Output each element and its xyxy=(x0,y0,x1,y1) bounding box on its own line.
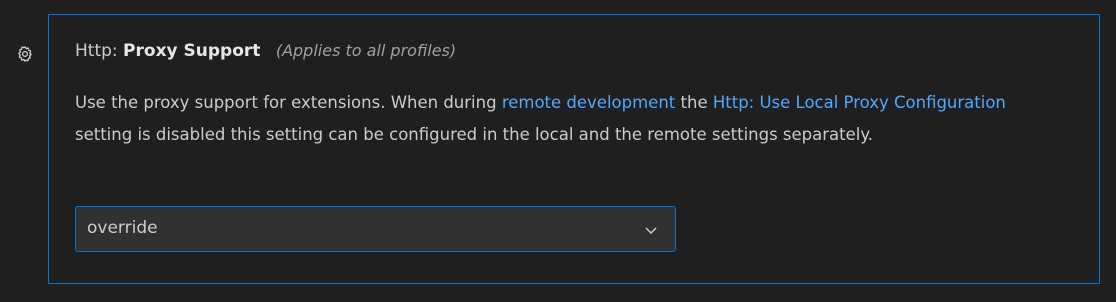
description-text: Use the proxy support for extensions. Wh… xyxy=(75,93,502,112)
setting-category: Http: xyxy=(75,41,118,61)
use-local-proxy-configuration-link[interactable]: Http: Use Local Proxy Configuration xyxy=(713,93,1006,112)
setting-description: Use the proxy support for extensions. Wh… xyxy=(75,87,1065,151)
setting-scope: (Applies to all profiles) xyxy=(275,41,457,60)
dropdown-value: override xyxy=(87,218,158,238)
setting-label: Proxy Support xyxy=(123,41,261,61)
remote-development-link[interactable]: remote development xyxy=(502,93,675,112)
proxy-support-dropdown[interactable]: override xyxy=(75,206,676,252)
setting-item-proxy-support: Http: Proxy Support (Applies to all prof… xyxy=(48,14,1100,284)
gear-icon[interactable] xyxy=(11,40,39,68)
description-text: the xyxy=(675,93,713,112)
setting-title: Http: Proxy Support (Applies to all prof… xyxy=(75,41,456,61)
description-text: setting is disabled this setting can be … xyxy=(75,125,874,144)
chevron-down-icon xyxy=(645,227,657,235)
